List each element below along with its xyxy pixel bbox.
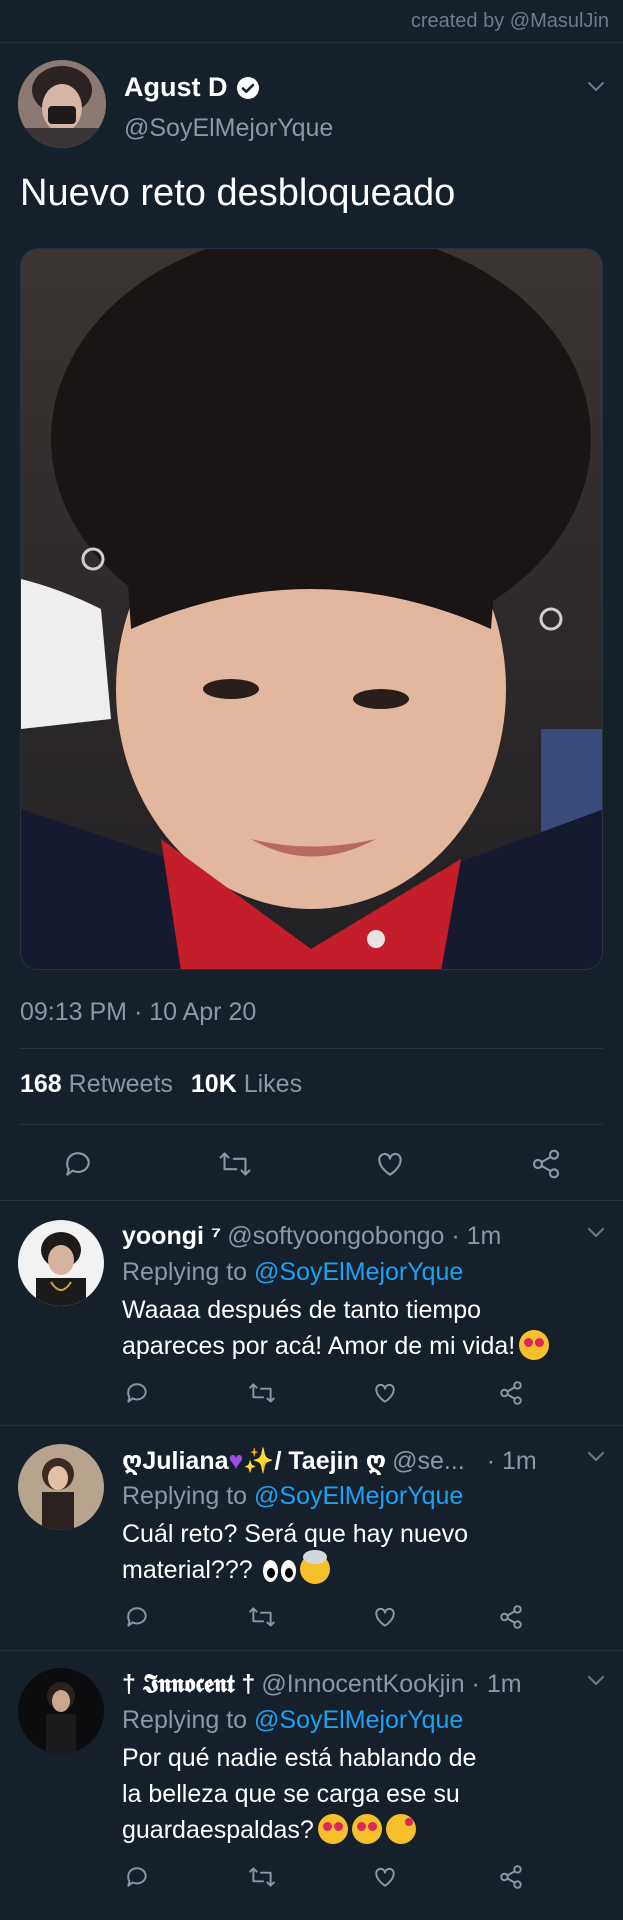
replying-to-label: Replying to: [122, 1258, 255, 1286]
share-icon[interactable]: [498, 1604, 524, 1630]
author-handle[interactable]: @SoyElMejorYque: [124, 114, 333, 143]
tweet-photo[interactable]: [20, 248, 603, 970]
reply-text: Por qué nadie está hablando de la bellez…: [122, 1740, 602, 1848]
replying-to-label: Replying to: [122, 1482, 255, 1510]
like-icon[interactable]: [374, 1148, 406, 1180]
tweet-timestamp: 09:13 PM · 10 Apr 20: [20, 998, 257, 1026]
reply-author-name-part: ღJuliana: [122, 1447, 229, 1475]
reply-header: yoongi ⁷ @softyoongobongo · 1m: [122, 1222, 501, 1251]
reply-header: ღJuliana♥✨/ Taejin ღ @se... · 1m: [122, 1446, 537, 1476]
chevron-down-icon[interactable]: [584, 74, 608, 98]
replying-to: Replying to @SoyElMejorYque: [122, 1258, 463, 1287]
reply-icon[interactable]: [62, 1148, 94, 1180]
reply-text: Waaaa después de tanto tiempo apareces p…: [122, 1292, 602, 1364]
divider: [20, 1124, 603, 1125]
purple-heart-icon: ♥: [228, 1447, 244, 1475]
reply-author-name[interactable]: yoongi ⁷: [122, 1222, 221, 1251]
likes-count: 10K: [190, 1070, 237, 1098]
retweet-icon[interactable]: [248, 1380, 276, 1406]
heart-eyes-emoji-icon: [351, 1814, 382, 1844]
reply-icon[interactable]: [124, 1380, 150, 1406]
likes-stat[interactable]: 10K Likes: [191, 1070, 302, 1099]
retweet-icon[interactable]: [218, 1148, 252, 1180]
avatar[interactable]: [18, 60, 106, 148]
reply-text-line: Por qué nadie está hablando de: [122, 1744, 477, 1772]
top-divider: [0, 42, 623, 43]
chevron-down-icon[interactable]: [584, 1668, 608, 1692]
retweets-stat[interactable]: 168 Retweets: [20, 1070, 173, 1099]
avatar[interactable]: [18, 1444, 104, 1530]
reply-text-line: Cuál reto? Será que hay nuevo: [122, 1520, 469, 1548]
reply-author-handle[interactable]: @softyoongobongo · 1m: [227, 1222, 501, 1251]
avatar[interactable]: [18, 1668, 104, 1754]
reply-text-line: Waaaa después de tanto tiempo: [122, 1296, 482, 1324]
divider: [0, 1200, 623, 1201]
reply-text-line-2: material???: [122, 1550, 602, 1588]
divider: [20, 1048, 603, 1049]
share-icon[interactable]: [498, 1864, 524, 1890]
credit-text: created by @MasulJin: [410, 10, 609, 32]
like-icon[interactable]: [372, 1604, 398, 1630]
reply-author-name[interactable]: ღJuliana♥✨/ Taejin ღ: [122, 1446, 386, 1476]
reply-text-line-2: la belleza que se carga ese su: [122, 1780, 460, 1808]
reply-text-content: material???: [122, 1556, 253, 1584]
retweet-icon[interactable]: [248, 1604, 276, 1630]
eyes-emoji-icon: [280, 1560, 296, 1582]
chevron-down-icon[interactable]: [584, 1444, 608, 1468]
retweets-label: Retweets: [68, 1070, 173, 1098]
like-icon[interactable]: [372, 1380, 398, 1406]
reply-icon[interactable]: [124, 1864, 150, 1890]
likes-label: Likes: [243, 1070, 303, 1098]
reply-text: Cuál reto? Será que hay nuevo material??…: [122, 1516, 602, 1588]
tweet-stats: 168 Retweets 10K Likes: [20, 1070, 302, 1099]
replying-to-link[interactable]: @SoyElMejorYque: [254, 1482, 463, 1510]
share-icon[interactable]: [498, 1380, 524, 1406]
reply-time: · 1m: [486, 1446, 537, 1475]
divider: [0, 1650, 623, 1651]
heart-eyes-emoji-icon: [317, 1814, 348, 1844]
reply-text-content: guardaespaldas?: [122, 1816, 314, 1844]
replying-to-link[interactable]: @SoyElMejorYque: [254, 1706, 463, 1734]
tweet-text: Nuevo reto desbloqueado: [20, 172, 456, 214]
chevron-down-icon[interactable]: [584, 1220, 608, 1244]
retweet-icon[interactable]: [248, 1864, 276, 1890]
replying-to-label: Replying to: [122, 1706, 255, 1734]
retweets-count: 168: [20, 1070, 62, 1098]
replying-to: Replying to @SoyElMejorYque: [122, 1706, 463, 1735]
exploding-head-emoji-icon: [299, 1550, 330, 1584]
reply-author-handle[interactable]: @InnocentKookjin · 1m: [261, 1670, 521, 1699]
divider: [0, 1425, 623, 1426]
reply-author-name-part-2: ✨/ Taejin ღ: [243, 1447, 387, 1475]
avatar[interactable]: [18, 1220, 104, 1306]
replying-to-link[interactable]: @SoyElMejorYque: [254, 1258, 463, 1286]
like-icon[interactable]: [372, 1864, 398, 1890]
reply-icon[interactable]: [124, 1604, 150, 1630]
share-icon[interactable]: [530, 1148, 562, 1180]
reply-author-name[interactable]: † 𝕴𝖓𝖓𝖔𝖈𝖊𝖓𝖙 †: [122, 1670, 255, 1699]
reply-text-line-3: guardaespaldas?: [122, 1812, 602, 1848]
kissing-emoji-icon: [385, 1814, 416, 1844]
verified-icon: [236, 76, 259, 99]
heart-eyes-emoji-icon: [519, 1330, 550, 1360]
eyes-emoji-icon: [262, 1560, 278, 1582]
reply-text-line-2: apareces por acá! Amor de mi vida!: [122, 1328, 602, 1364]
author-name[interactable]: Agust D: [124, 72, 228, 103]
reply-text-content: apareces por acá! Amor de mi vida!: [122, 1332, 516, 1360]
reply-header: † 𝕴𝖓𝖓𝖔𝖈𝖊𝖓𝖙 † @InnocentKookjin · 1m: [122, 1670, 522, 1699]
reply-author-handle[interactable]: @se...: [392, 1447, 465, 1476]
replying-to: Replying to @SoyElMejorYque: [122, 1482, 463, 1511]
